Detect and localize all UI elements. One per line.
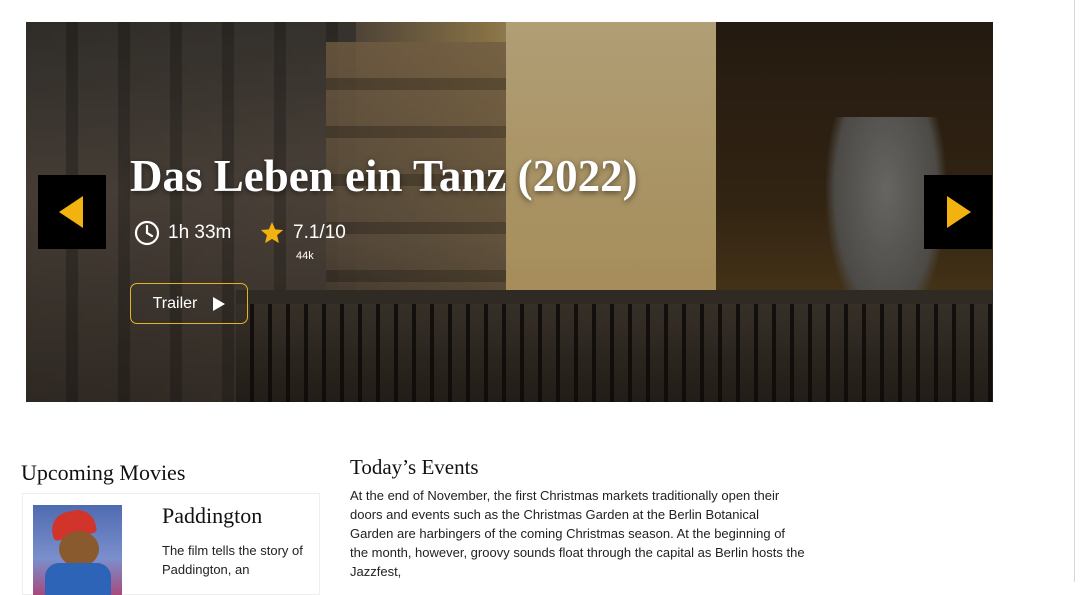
trailer-button[interactable]: Trailer — [130, 283, 248, 324]
trailer-label: Trailer — [152, 294, 198, 312]
clock-icon — [134, 220, 160, 246]
hero-title: Das Leben ein Tanz (2022) — [130, 151, 638, 201]
page-edge-divider — [1074, 0, 1075, 582]
chevron-right-icon — [947, 196, 971, 228]
movie-card[interactable]: Paddington The film tells the story of P… — [22, 493, 320, 595]
events-text: At the end of November, the first Christ… — [350, 488, 805, 579]
movie-description: The film tells the story of Paddington, … — [162, 543, 303, 577]
runtime-value: 1h 33m — [168, 222, 232, 243]
next-slide-button[interactable] — [924, 175, 992, 249]
events-heading: Today’s Events — [350, 455, 479, 479]
hero-shade — [26, 22, 993, 402]
hero-banner: Das Leben ein Tanz (2022) 1h 33m 7.1/10 … — [26, 22, 993, 402]
play-icon — [213, 296, 226, 311]
chevron-left-icon — [59, 196, 83, 228]
vote-count: 44k — [296, 250, 314, 262]
runtime: 1h 33m — [134, 220, 231, 246]
upcoming-movies-heading: Upcoming Movies — [21, 460, 186, 485]
star-icon — [260, 221, 284, 244]
movie-title[interactable]: Paddington — [162, 503, 262, 529]
previous-slide-button[interactable] — [38, 175, 106, 249]
rating-value: 7.1/10 — [293, 222, 346, 243]
rating: 7.1/10 — [259, 220, 346, 246]
